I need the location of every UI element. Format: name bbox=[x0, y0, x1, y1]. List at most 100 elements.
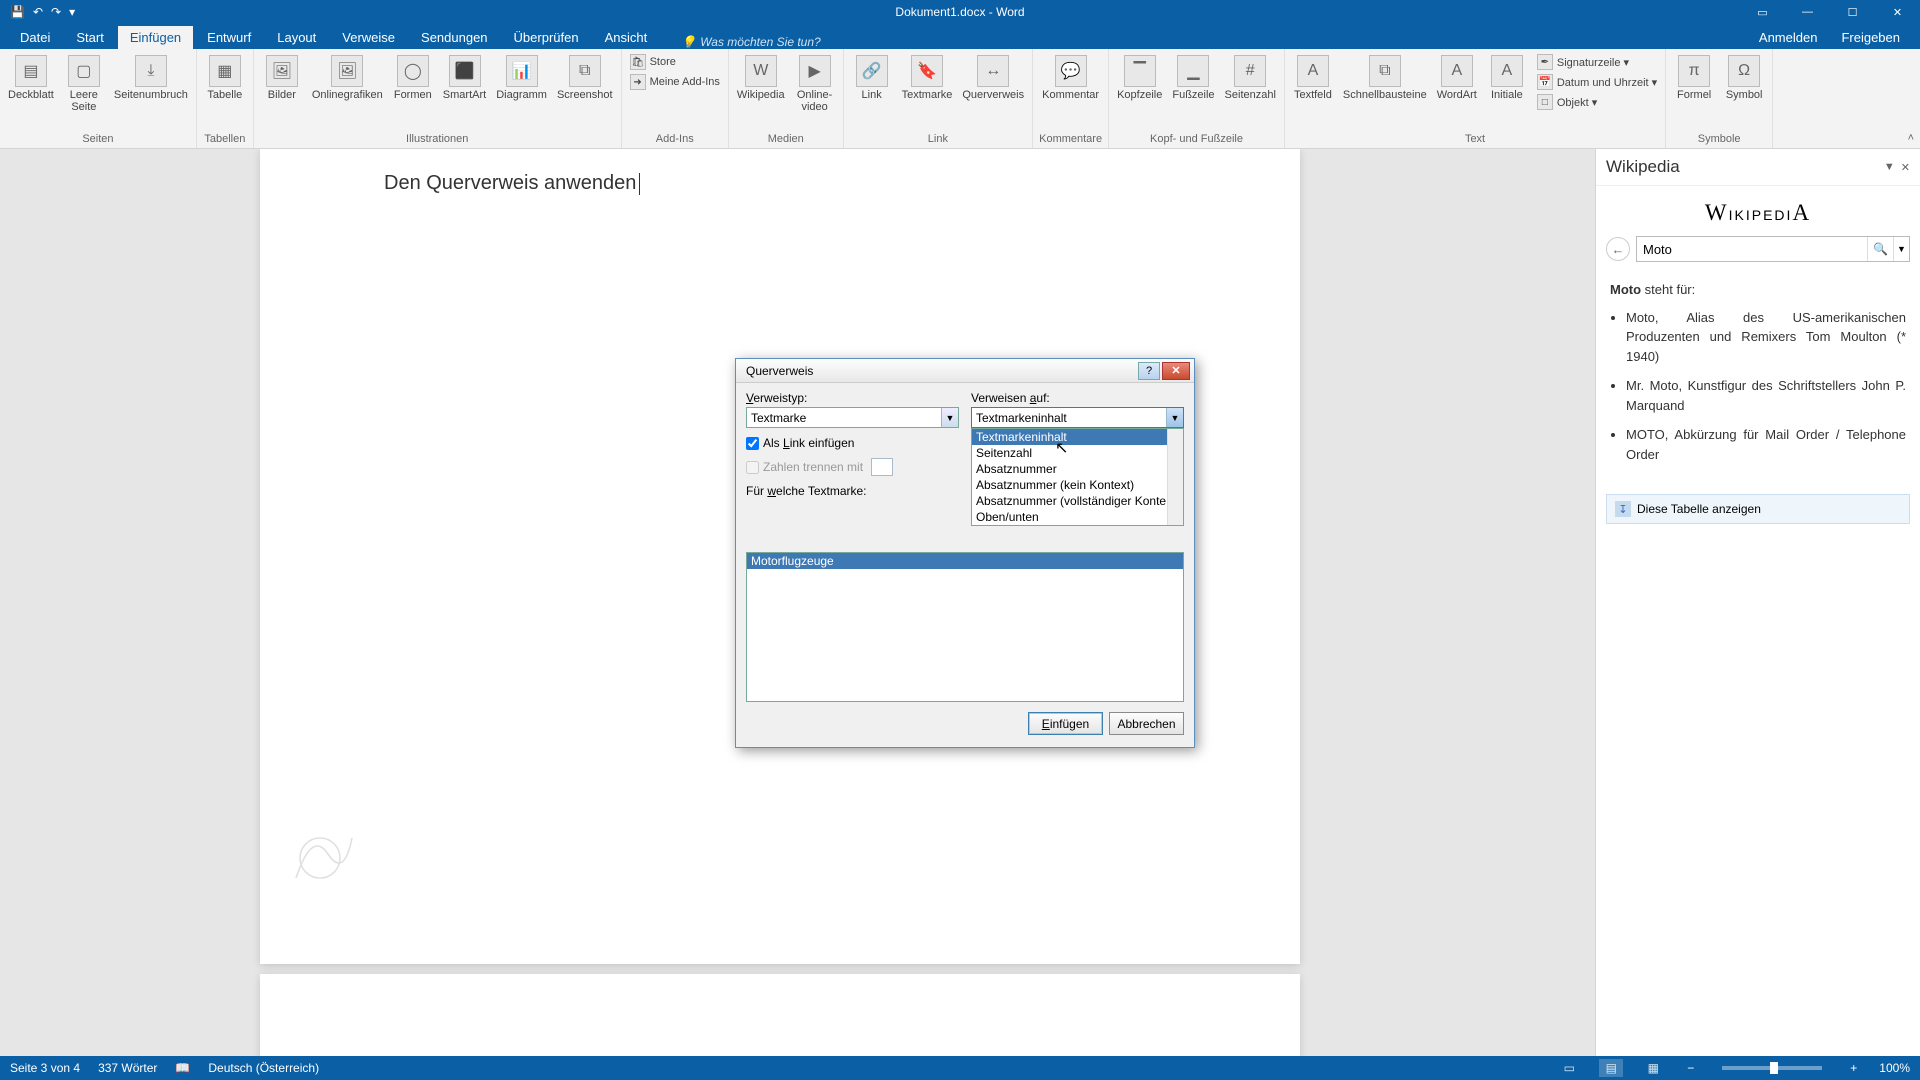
insert-as-link-checkbox[interactable]: Als Link einfügen bbox=[746, 436, 959, 450]
dropdown-option[interactable]: Absatznummer bbox=[972, 461, 1183, 477]
tab-entwurf[interactable]: Entwurf bbox=[195, 26, 263, 49]
for-which-label: Für welche Textmarke: bbox=[746, 484, 959, 498]
onlinegrafiken-button[interactable]: 🖼Onlinegrafiken bbox=[310, 53, 385, 103]
link-checkbox-input[interactable] bbox=[746, 437, 759, 450]
tab-ansicht[interactable]: Ansicht bbox=[593, 26, 660, 49]
meine-add-ins-button[interactable]: ➜Meine Add-Ins bbox=[628, 73, 722, 91]
share-button[interactable]: Freigeben bbox=[1831, 26, 1910, 49]
kommentar-button[interactable]: 💬Kommentar bbox=[1040, 53, 1101, 103]
language-indicator[interactable]: Deutsch (Österreich) bbox=[208, 1061, 319, 1075]
schnellbausteine-button[interactable]: ⧉Schnellbausteine bbox=[1341, 53, 1429, 103]
web-layout-icon[interactable]: ▦ bbox=[1641, 1059, 1665, 1077]
diagramm-button[interactable]: 📊Diagramm bbox=[494, 53, 549, 103]
word-count[interactable]: 337 Wörter bbox=[98, 1061, 157, 1075]
ribbon-display-icon[interactable]: ▭ bbox=[1740, 0, 1785, 24]
dropdown-option[interactable]: Oben/unten bbox=[972, 509, 1183, 525]
leere-seite-button[interactable]: ▢LeereSeite bbox=[62, 53, 106, 115]
seitenumbruch-button[interactable]: ⤓Seitenumbruch bbox=[112, 53, 190, 103]
seitenzahl-button[interactable]: #Seitenzahl bbox=[1223, 53, 1278, 103]
redo-icon[interactable]: ↷ bbox=[51, 5, 61, 19]
dropdown-option[interactable]: Absatznummer (vollständiger Kontext) bbox=[972, 493, 1183, 509]
scrollbar[interactable] bbox=[1167, 429, 1183, 525]
insert-ref-dropdown[interactable]: TextmarkeninhaltSeitenzahlAbsatznummerAb… bbox=[971, 428, 1184, 526]
fußzeile-button[interactable]: ▁Fußzeile bbox=[1170, 53, 1216, 103]
tab-layout[interactable]: Layout bbox=[265, 26, 328, 49]
cancel-button[interactable]: Abbrechen bbox=[1109, 712, 1184, 735]
deckblatt-button[interactable]: ▤Deckblatt bbox=[6, 53, 56, 103]
zoom-level[interactable]: 100% bbox=[1879, 1061, 1910, 1075]
expand-icon: ↧ bbox=[1615, 501, 1631, 517]
search-dropdown-icon[interactable]: ▼ bbox=[1893, 237, 1909, 261]
tab-datei[interactable]: Datei bbox=[8, 26, 62, 49]
document-text[interactable]: Den Querverweis anwenden bbox=[384, 171, 640, 195]
tab-verweise[interactable]: Verweise bbox=[330, 26, 407, 49]
initiale-button[interactable]: AInitiale bbox=[1485, 53, 1529, 103]
wikipedia-button[interactable]: WWikipedia bbox=[735, 53, 787, 103]
dropdown-option[interactable]: Textmarkeninhalt bbox=[972, 429, 1183, 445]
formen-button[interactable]: ◯Formen bbox=[391, 53, 435, 103]
querverweis-button[interactable]: ↔Querverweis bbox=[960, 53, 1026, 103]
wordart-button[interactable]: AWordArt bbox=[1435, 53, 1479, 103]
smartart-button[interactable]: ⬛SmartArt bbox=[441, 53, 488, 103]
insert-ref-combo[interactable]: Textmarkeninhalt ▼ bbox=[971, 407, 1184, 428]
page-indicator[interactable]: Seite 3 von 4 bbox=[10, 1061, 80, 1075]
print-layout-icon[interactable]: ▤ bbox=[1599, 1059, 1623, 1077]
wiki-result-item[interactable]: Mr. Moto, Kunstfigur des Schriftstellers… bbox=[1626, 376, 1906, 415]
show-table-label: Diese Tabelle anzeigen bbox=[1637, 502, 1761, 516]
bookmark-item[interactable]: Motorflugzeuge bbox=[747, 553, 1183, 569]
tabelle-icon: ▦ bbox=[209, 55, 241, 87]
spellcheck-icon[interactable]: 📖 bbox=[175, 1061, 190, 1075]
tab-start[interactable]: Start bbox=[64, 26, 115, 49]
datum-und-uhrzeit-button[interactable]: 📅Datum und Uhrzeit ▾ bbox=[1535, 73, 1659, 91]
link-button[interactable]: 🔗Link bbox=[850, 53, 894, 103]
store-button[interactable]: 🛍Store bbox=[628, 53, 722, 71]
dialog-titlebar[interactable]: Querverweis ? ✕ bbox=[736, 359, 1194, 383]
wordart-icon: A bbox=[1441, 55, 1473, 87]
undo-icon[interactable]: ↶ bbox=[33, 5, 43, 19]
back-button[interactable]: ← bbox=[1606, 237, 1630, 261]
collapse-ribbon-icon[interactable]: ˄ bbox=[1908, 132, 1914, 144]
symbol-button[interactable]: ΩSymbol bbox=[1722, 53, 1766, 103]
save-icon[interactable]: 💾 bbox=[10, 5, 25, 19]
pane-options-icon[interactable]: ▼ bbox=[1884, 161, 1895, 174]
textmarke-button[interactable]: 🔖Textmarke bbox=[900, 53, 955, 103]
account-sign-in[interactable]: Anmelden bbox=[1749, 26, 1828, 49]
kopfzeile-button[interactable]: ▔Kopfzeile bbox=[1115, 53, 1164, 103]
search-icon[interactable]: 🔍 bbox=[1867, 237, 1893, 261]
insert-button[interactable]: EEinfügeninfügen bbox=[1028, 712, 1103, 735]
screenshot-button[interactable]: ⧉Screenshot bbox=[555, 53, 615, 103]
zoom-slider[interactable] bbox=[1722, 1066, 1822, 1070]
search-input[interactable] bbox=[1637, 237, 1867, 261]
dialog-help-icon[interactable]: ? bbox=[1138, 362, 1160, 380]
tab-überprüfen[interactable]: Überprüfen bbox=[502, 26, 591, 49]
read-mode-icon[interactable]: ▭ bbox=[1557, 1059, 1581, 1077]
tab-sendungen[interactable]: Sendungen bbox=[409, 26, 500, 49]
dropdown-option[interactable]: Absatznummer (kein Kontext) bbox=[972, 477, 1183, 493]
wiki-result-item[interactable]: MOTO, Abkürzung für Mail Order / Telepho… bbox=[1626, 425, 1906, 464]
signaturzeile-button[interactable]: ✒Signaturzeile ▾ bbox=[1535, 53, 1659, 71]
bilder-button[interactable]: 🖼Bilder bbox=[260, 53, 304, 103]
tab-einfügen[interactable]: Einfügen bbox=[118, 26, 193, 49]
bookmark-list[interactable]: Motorflugzeuge bbox=[746, 552, 1184, 702]
formel-button[interactable]: πFormel bbox=[1672, 53, 1716, 103]
formen-icon: ◯ bbox=[397, 55, 429, 87]
show-table-button[interactable]: ↧ Diese Tabelle anzeigen bbox=[1606, 494, 1910, 524]
ref-type-combo[interactable]: Textmarke ▼ bbox=[746, 407, 959, 428]
tell-me-box[interactable]: 💡 Was möchten Sie tun? bbox=[681, 35, 820, 49]
online--video-button[interactable]: ▶Online-video bbox=[793, 53, 837, 115]
dropdown-option[interactable]: Seitenzahl bbox=[972, 445, 1183, 461]
minimize-icon[interactable]: — bbox=[1785, 0, 1830, 24]
objekt-button[interactable]: □Objekt ▾ bbox=[1535, 93, 1659, 111]
document-page[interactable] bbox=[260, 974, 1300, 1056]
close-icon[interactable]: ✕ bbox=[1875, 0, 1920, 24]
dialog-close-icon[interactable]: ✕ bbox=[1162, 362, 1190, 380]
zoom-in-icon[interactable]: + bbox=[1846, 1061, 1861, 1075]
maximize-icon[interactable]: ☐ bbox=[1830, 0, 1875, 24]
tabelle-button[interactable]: ▦Tabelle bbox=[203, 53, 247, 103]
pane-close-icon[interactable]: ✕ bbox=[1901, 161, 1910, 174]
ref-type-label: Verweistyp: bbox=[746, 391, 959, 405]
zoom-out-icon[interactable]: − bbox=[1683, 1061, 1698, 1075]
wiki-result-item[interactable]: Moto, Alias des US-amerikanischen Produz… bbox=[1626, 308, 1906, 367]
textfeld-button[interactable]: ATextfeld bbox=[1291, 53, 1335, 103]
customize-qat-icon[interactable]: ▾ bbox=[69, 5, 75, 19]
